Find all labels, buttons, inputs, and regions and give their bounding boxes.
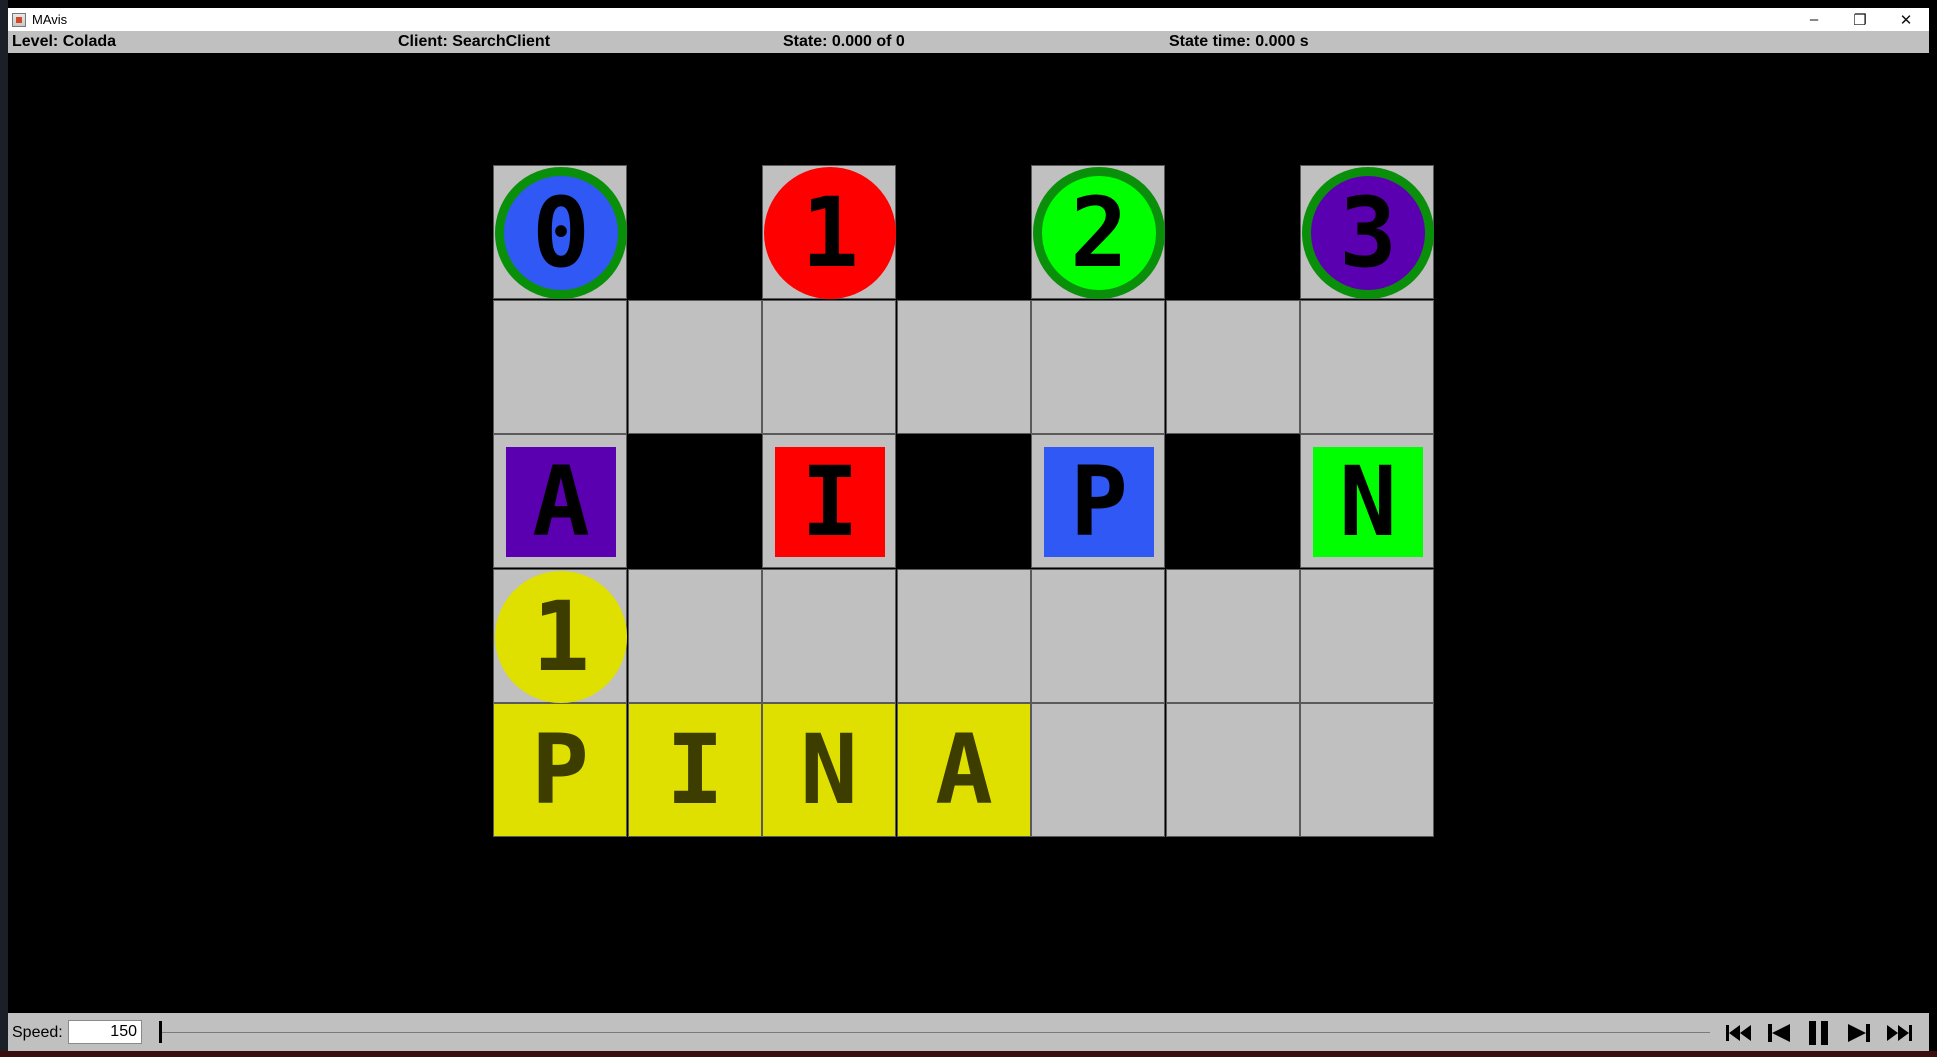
desktop-background — [0, 0, 8, 1057]
step-back-button[interactable] — [1759, 1020, 1799, 1046]
floor-cell — [1300, 300, 1434, 434]
floor-cell: 1 — [493, 569, 627, 703]
floor-cell — [1166, 703, 1300, 837]
step-forward-icon — [1848, 1024, 1870, 1042]
box: I — [775, 446, 885, 558]
agent-label: 3 — [1339, 177, 1397, 289]
floor-cell: I — [762, 434, 896, 568]
floor-cell — [1031, 569, 1165, 703]
playback-buttons — [1719, 1020, 1919, 1046]
agent: 2 — [1033, 167, 1165, 299]
floor-cell — [897, 569, 1031, 703]
window-title: MAvis — [32, 12, 68, 27]
title-bar: MAvis – ❐ ✕ — [8, 8, 1929, 31]
level-label: Level: Colada — [12, 33, 117, 50]
floor-cell: 1 — [762, 165, 896, 299]
agent-label: 1 — [801, 177, 859, 289]
box-label: I — [801, 446, 859, 558]
step-forward-button[interactable] — [1839, 1020, 1879, 1046]
goal-label: A — [935, 714, 993, 826]
box-label: P — [1070, 446, 1128, 558]
speed-input[interactable] — [68, 1020, 142, 1044]
box: N — [1313, 446, 1423, 558]
floor-cell — [628, 300, 762, 434]
agent: 3 — [1302, 167, 1434, 299]
minimize-button[interactable]: – — [1791, 8, 1837, 31]
goal-box-cell: A — [897, 703, 1031, 837]
box-label: A — [532, 446, 590, 558]
box: P — [1044, 446, 1154, 558]
floor-cell: P — [1031, 434, 1165, 568]
floor-cell: 0 — [493, 165, 627, 299]
taskbar-strip — [0, 1051, 1937, 1057]
java-cup-icon — [12, 12, 26, 27]
agent-label: 0 — [532, 177, 590, 289]
goal-label: P — [531, 714, 589, 826]
goal-box-cell: P — [493, 703, 627, 837]
goal-agent-label: 1 — [532, 581, 590, 693]
floor-cell — [628, 569, 762, 703]
restore-button[interactable]: ❐ — [1837, 8, 1883, 31]
step-back-icon — [1768, 1024, 1790, 1042]
pause-icon — [1809, 1021, 1828, 1045]
floor-cell — [1300, 703, 1434, 837]
floor-cell — [1166, 300, 1300, 434]
status-bar: Level: Colada Client: SearchClient State… — [8, 31, 1929, 53]
floor-cell: N — [1300, 434, 1434, 568]
state-slider-thumb[interactable] — [159, 1021, 162, 1043]
floor-cell — [1166, 569, 1300, 703]
mavis-window: MAvis – ❐ ✕ Level: Colada Client: Search… — [8, 8, 1929, 1051]
floor-cell — [762, 300, 896, 434]
playback-controls: Speed: — [8, 1013, 1929, 1051]
skip-to-start-icon — [1726, 1025, 1751, 1041]
floor-cell — [897, 300, 1031, 434]
floor-cell: 2 — [1031, 165, 1165, 299]
floor-cell: A — [493, 434, 627, 568]
goal-label: N — [800, 714, 858, 826]
box: A — [506, 446, 616, 558]
skip-to-end-icon — [1887, 1025, 1912, 1041]
agent: 0 — [495, 167, 627, 299]
floor-cell — [762, 569, 896, 703]
window-controls: – ❐ ✕ — [1791, 8, 1929, 31]
pause-button[interactable] — [1799, 1020, 1839, 1046]
floor-cell — [493, 300, 627, 434]
agent-label: 2 — [1070, 177, 1128, 289]
floor-cell: 3 — [1300, 165, 1434, 299]
state-time-label: State time: 0.000 s — [1169, 33, 1309, 50]
floor-cell — [1300, 569, 1434, 703]
skip-to-start-button[interactable] — [1719, 1020, 1759, 1046]
close-button[interactable]: ✕ — [1883, 8, 1929, 31]
client-label: Client: SearchClient — [398, 33, 551, 50]
state-slider-track[interactable] — [160, 1032, 1710, 1033]
level-board: 0123AIPN1PINA — [8, 53, 1929, 1013]
speed-label: Speed: — [12, 1024, 63, 1041]
agent: 1 — [764, 167, 896, 299]
floor-cell — [1031, 703, 1165, 837]
floor-cell — [1031, 300, 1165, 434]
goal-box-cell: I — [628, 703, 762, 837]
goal-label: I — [666, 714, 724, 826]
skip-to-end-button[interactable] — [1879, 1020, 1919, 1046]
goal-agent-marker: 1 — [495, 571, 627, 703]
state-label: State: 0.000 of 0 — [783, 33, 905, 50]
goal-box-cell: N — [762, 703, 896, 837]
box-label: N — [1339, 446, 1397, 558]
